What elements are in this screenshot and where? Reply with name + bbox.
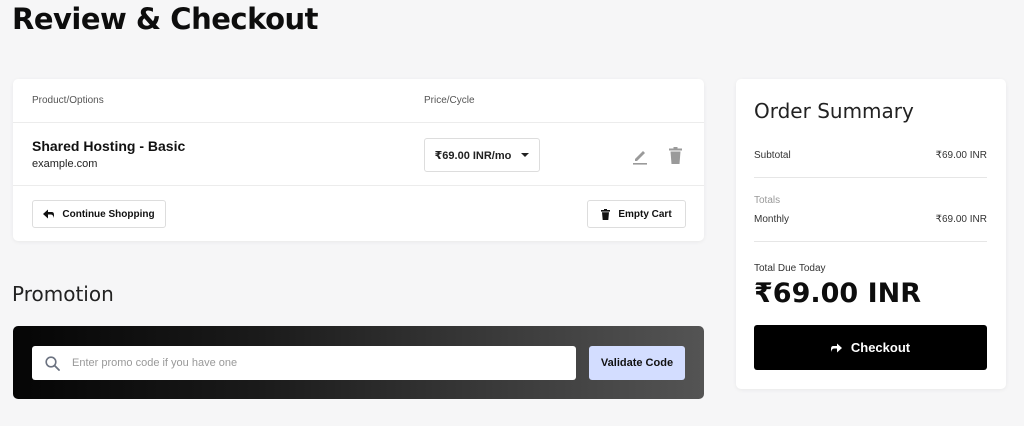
continue-shopping-label: Continue Shopping (62, 208, 155, 220)
order-summary-card: Order Summary Subtotal ₹69.00 INR Totals… (736, 79, 1006, 389)
empty-cart-button[interactable]: Empty Cart (587, 200, 686, 228)
summary-divider (754, 177, 987, 178)
trash-icon[interactable] (669, 147, 682, 164)
totals-label: Totals (754, 195, 781, 206)
page-title: Review & Checkout (12, 2, 319, 36)
monthly-value: ₹69.00 INR (935, 214, 987, 225)
arrow-left-icon (43, 209, 55, 219)
pencil-icon[interactable] (632, 147, 648, 165)
cart-table-header: Product/Options Price/Cycle (13, 79, 704, 123)
product-name: Shared Hosting - Basic (32, 138, 186, 154)
total-due-label: Total Due Today (754, 263, 826, 274)
continue-shopping-button[interactable]: Continue Shopping (32, 200, 166, 228)
promotion-heading: Promotion (12, 282, 114, 306)
trash-icon (601, 208, 611, 220)
subtotal-value: ₹69.00 INR (935, 150, 987, 161)
empty-cart-label: Empty Cart (618, 208, 672, 220)
checkout-button[interactable]: Checkout (754, 325, 987, 370)
promo-code-placeholder: Enter promo code if you have one (72, 357, 238, 369)
column-header-price: Price/Cycle (424, 95, 475, 106)
summary-divider (754, 241, 987, 242)
promo-code-input[interactable]: Enter promo code if you have one (32, 346, 576, 380)
checkout-label: Checkout (850, 340, 911, 355)
billing-cycle-value: ₹69.00 INR/mo (434, 149, 512, 162)
promo-code-panel: Enter promo code if you have one Validat… (13, 326, 704, 399)
cart-item-row: Shared Hosting - Basic example.com ₹69.0… (13, 123, 704, 186)
arrow-right-icon (830, 343, 842, 352)
column-header-product: Product/Options (32, 95, 104, 106)
cart-card: Product/Options Price/Cycle Shared Hosti… (13, 79, 704, 241)
search-icon (45, 356, 60, 371)
order-summary-title: Order Summary (754, 99, 914, 123)
chevron-down-icon (521, 153, 530, 157)
monthly-label: Monthly (754, 214, 790, 225)
billing-cycle-select[interactable]: ₹69.00 INR/mo (424, 138, 540, 172)
subtotal-label: Subtotal (754, 150, 791, 161)
product-domain: example.com (32, 158, 98, 170)
total-due-value: ₹69.00 INR (754, 278, 922, 309)
validate-code-button[interactable]: Validate Code (589, 346, 685, 380)
